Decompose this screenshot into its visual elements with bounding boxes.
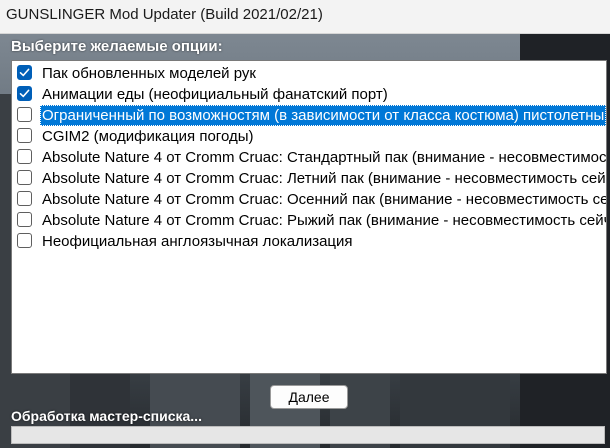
option-label: Absolute Nature 4 от Cromm Cruac: Рыжий … xyxy=(42,212,607,229)
option-label: Анимации еды (неофициальный фанатский по… xyxy=(42,86,388,103)
next-button[interactable]: Далее xyxy=(270,385,348,409)
option-item[interactable]: Absolute Nature 4 от Cromm Cruac: Летний… xyxy=(12,168,606,189)
option-item[interactable]: Анимации еды (неофициальный фанатский по… xyxy=(12,84,606,105)
checkbox-unchecked[interactable] xyxy=(17,107,32,122)
option-label: CGIM2 (модификация погоды) xyxy=(42,128,254,145)
option-item[interactable]: CGIM2 (модификация погоды) xyxy=(12,126,606,147)
option-label: Absolute Nature 4 от Cromm Cruac: Осенни… xyxy=(42,191,607,208)
checkbox-checked[interactable] xyxy=(17,65,32,80)
option-label: Absolute Nature 4 от Cromm Cruac: Летний… xyxy=(42,170,606,187)
window-title: GUNSLINGER Mod Updater (Build 2021/02/21… xyxy=(6,6,323,23)
option-item[interactable]: Ограниченный по возможностям (в зависимо… xyxy=(12,105,606,126)
option-label: Пак обновленных моделей рук xyxy=(42,65,256,82)
option-item[interactable]: Absolute Nature 4 от Cromm Cruac: Рыжий … xyxy=(12,210,606,231)
option-item[interactable]: Absolute Nature 4 от Cromm Cruac: Осенни… xyxy=(12,189,606,210)
options-list[interactable]: Пак обновленных моделей рук Анимации еды … xyxy=(11,60,607,374)
checkbox-unchecked[interactable] xyxy=(17,170,32,185)
checkbox-unchecked[interactable] xyxy=(17,212,32,227)
checkbox-unchecked[interactable] xyxy=(17,191,32,206)
checkmark-icon xyxy=(19,89,30,98)
checkbox-unchecked[interactable] xyxy=(17,149,32,164)
option-label: Неофициальная англоязычная локализация xyxy=(42,233,353,250)
title-bar: GUNSLINGER Mod Updater (Build 2021/02/21… xyxy=(0,0,610,34)
option-item[interactable]: Пак обновленных моделей рук xyxy=(12,63,606,84)
checkbox-checked[interactable] xyxy=(17,86,32,101)
status-text: Обработка мастер-списка... xyxy=(11,408,202,424)
checkmark-icon xyxy=(19,68,30,77)
option-label: Absolute Nature 4 от Cromm Cruac: Станда… xyxy=(42,149,607,166)
option-item[interactable]: Неофициальная англоязычная локализация xyxy=(12,231,606,252)
option-item[interactable]: Absolute Nature 4 от Cromm Cruac: Станда… xyxy=(12,147,606,168)
progress-bar xyxy=(11,426,605,444)
options-heading: Выберите желаемые опции: xyxy=(11,38,223,55)
checkbox-unchecked[interactable] xyxy=(17,233,32,248)
updater-panel: Выберите желаемые опции: Пак обновленных… xyxy=(0,34,610,448)
checkbox-unchecked[interactable] xyxy=(17,128,32,143)
option-label: Ограниченный по возможностям (в зависимо… xyxy=(40,105,606,126)
